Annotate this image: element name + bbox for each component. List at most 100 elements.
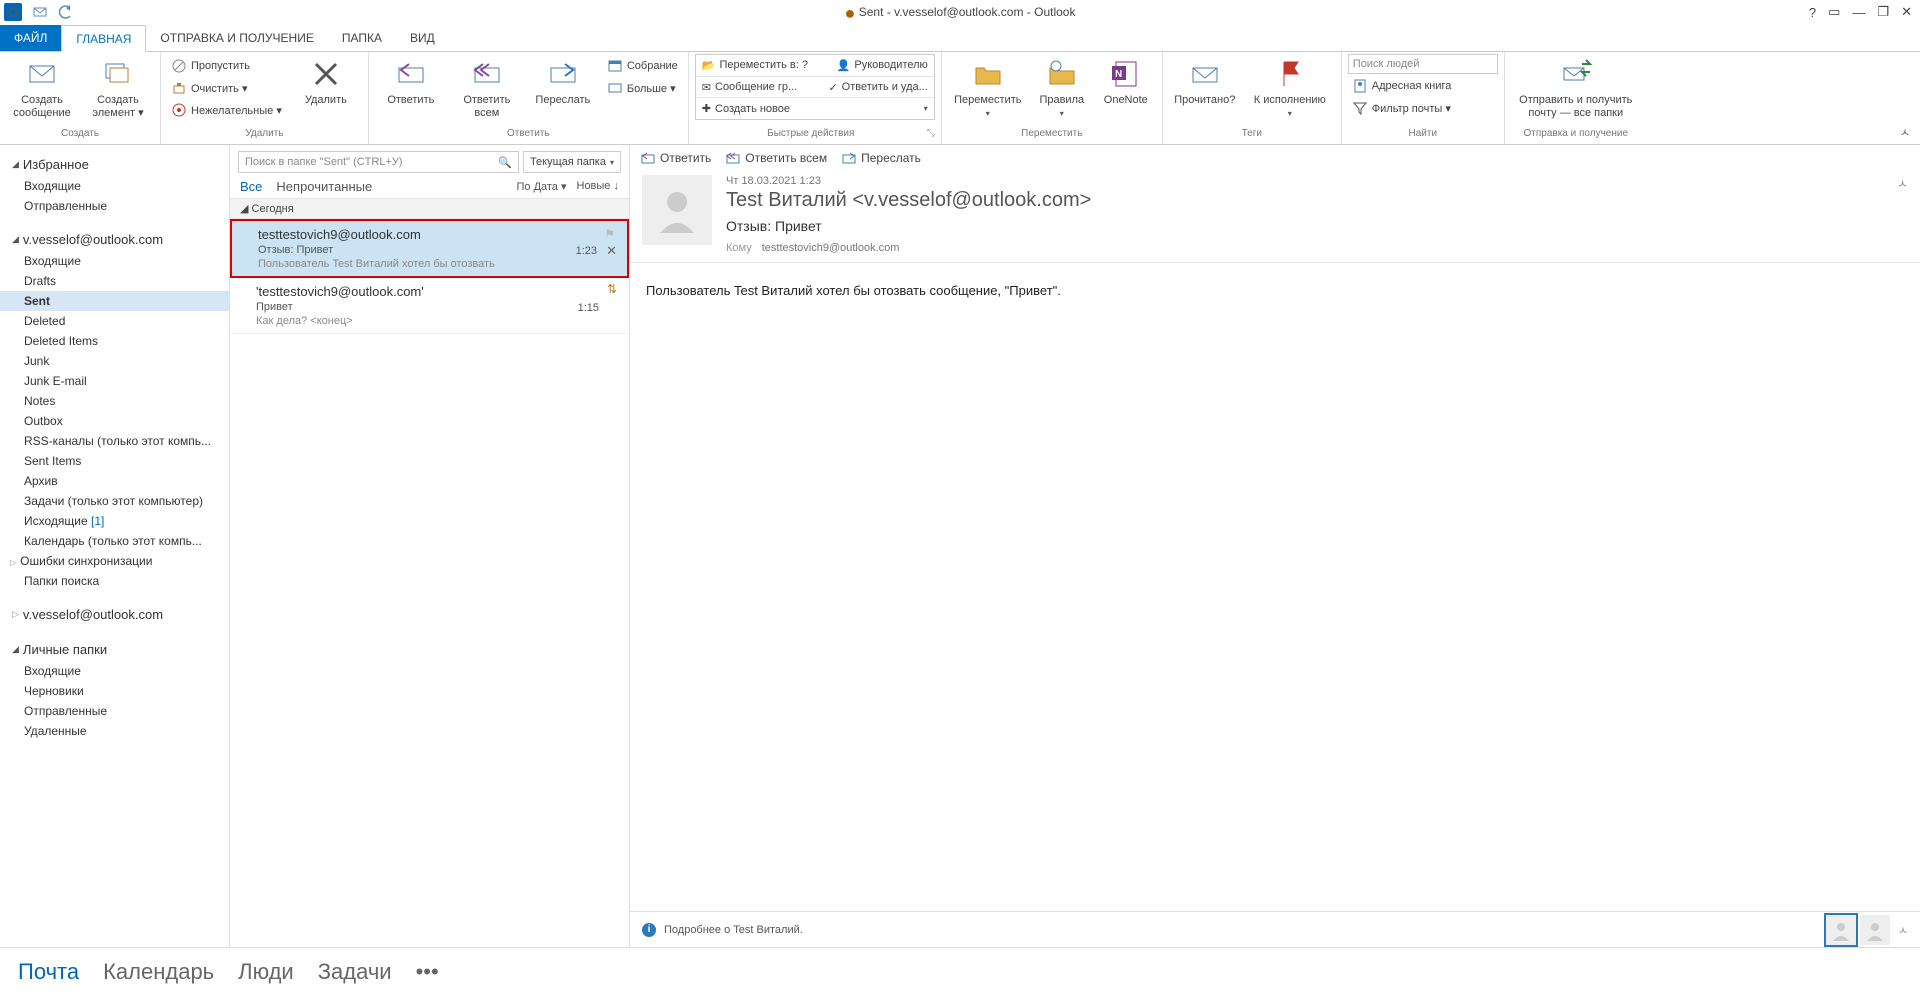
nav-drafts[interactable]: Drafts bbox=[0, 271, 229, 291]
junk-button[interactable]: Нежелательные ▾ bbox=[167, 100, 286, 120]
clean-up-button[interactable]: Очистить ▾ bbox=[167, 78, 286, 98]
delete-button[interactable]: Удалить bbox=[290, 54, 362, 107]
search-icon[interactable]: 🔍 bbox=[498, 156, 512, 169]
tab-file[interactable]: ФАЙЛ bbox=[0, 25, 61, 51]
nav-more[interactable]: ••• bbox=[416, 959, 439, 985]
nav-tasks[interactable]: Задачи bbox=[318, 959, 392, 985]
restore-icon[interactable]: ❐ bbox=[1877, 4, 1889, 20]
group-find-label: Найти bbox=[1348, 128, 1498, 144]
folder-search-input[interactable]: Поиск в папке "Sent" (CTRL+У) 🔍 bbox=[238, 151, 519, 173]
message-subject: Отзыв: Привет bbox=[726, 218, 1883, 234]
nav-tasks-local[interactable]: Задачи (только этот компьютер) bbox=[0, 491, 229, 511]
quick-steps-box[interactable]: 📂Переместить в: ?👤Руководителю ✉Сообщени… bbox=[695, 54, 935, 120]
nav-sync-errors[interactable]: ▷Ошибки синхронизации bbox=[0, 551, 229, 571]
reply-button[interactable]: Ответить bbox=[375, 54, 447, 107]
sort-order[interactable]: Новые ↓ bbox=[577, 180, 620, 193]
read-unread-button[interactable]: Прочитано? bbox=[1169, 54, 1241, 107]
msg-preview: Пользователь Test Виталий хотел бы отозв… bbox=[258, 258, 613, 270]
message-item-0[interactable]: testtestovich9@outlook.com Отзыв: Привет… bbox=[230, 219, 629, 278]
meeting-button[interactable]: Собрание bbox=[603, 56, 682, 76]
delete-msg-icon[interactable]: ✕ bbox=[606, 243, 617, 259]
send-receive-all-button[interactable]: Отправить и получить почту — все папки bbox=[1511, 54, 1641, 120]
nav-junk[interactable]: Junk bbox=[0, 351, 229, 371]
address-book-button[interactable]: Адресная книга bbox=[1348, 76, 1498, 96]
tab-home[interactable]: ГЛАВНАЯ bbox=[61, 25, 146, 52]
nav-fav-sent[interactable]: Отправленные bbox=[0, 196, 229, 216]
nav-junk-email[interactable]: Junk E-mail bbox=[0, 371, 229, 391]
qat-undo-icon[interactable] bbox=[58, 4, 74, 20]
title-bar: O ● Sent - v.vesselof@outlook.com - Outl… bbox=[0, 0, 1920, 25]
message-date: Чт 18.03.2021 1:23 bbox=[726, 175, 1883, 187]
move-button[interactable]: Переместить▾ bbox=[948, 54, 1028, 120]
nav-fav-inbox[interactable]: Входящие bbox=[0, 176, 229, 196]
tab-view[interactable]: ВИД bbox=[396, 25, 449, 51]
message-item-1[interactable]: 'testtestovich9@outlook.com' Привет Как … bbox=[230, 278, 629, 334]
nav-search-folders[interactable]: Папки поиска bbox=[0, 571, 229, 591]
msg-subject: Привет bbox=[256, 301, 615, 313]
filter-email-button[interactable]: Фильтр почты ▾ bbox=[1348, 98, 1498, 118]
more-reply-button[interactable]: Больше ▾ bbox=[603, 78, 682, 98]
minimize-icon[interactable]: — bbox=[1852, 5, 1865, 20]
tab-send-receive[interactable]: ОТПРАВКА И ПОЛУЧЕНИЕ bbox=[146, 25, 327, 51]
qat-send-receive-icon[interactable] bbox=[32, 4, 48, 20]
msg-time: 1:23 bbox=[576, 245, 597, 257]
nav-mail[interactable]: Почта bbox=[18, 959, 79, 985]
onenote-button[interactable]: NOneNote bbox=[1096, 54, 1156, 107]
nav-people[interactable]: Люди bbox=[238, 959, 294, 985]
contact-avatar-2[interactable] bbox=[1860, 915, 1890, 945]
group-reply-label: Ответить bbox=[375, 128, 682, 144]
nav-rss[interactable]: RSS-каналы (только этот компь... bbox=[0, 431, 229, 451]
tab-folder[interactable]: ПАПКА bbox=[328, 25, 396, 51]
nav-archive[interactable]: Архив bbox=[0, 471, 229, 491]
nav-calendar-local[interactable]: Календарь (только этот компь... bbox=[0, 531, 229, 551]
nav-p-drafts[interactable]: Черновики bbox=[0, 681, 229, 701]
close-icon[interactable]: ✕ bbox=[1901, 4, 1912, 20]
search-people-input[interactable]: Поиск людей bbox=[1348, 54, 1498, 74]
message-body: Пользователь Test Виталий хотел бы отозв… bbox=[630, 263, 1920, 911]
flag-icon[interactable]: ⚑ bbox=[604, 227, 615, 241]
list-group-today[interactable]: ◢ Сегодня bbox=[230, 198, 629, 219]
nav-p-deleted[interactable]: Удаленные bbox=[0, 721, 229, 741]
nav-account2-header[interactable]: ▷v.vesselof@outlook.com bbox=[0, 601, 229, 626]
nav-outbox[interactable]: Outbox bbox=[0, 411, 229, 431]
ignore-button[interactable]: Пропустить bbox=[167, 56, 286, 76]
help-icon[interactable]: ? bbox=[1809, 5, 1816, 20]
nav-sent[interactable]: Sent bbox=[0, 291, 229, 311]
new-items-button[interactable]: Создать элемент ▾ bbox=[82, 54, 154, 120]
filter-unread[interactable]: Непрочитанные bbox=[276, 179, 372, 194]
svg-text:N: N bbox=[1115, 69, 1122, 80]
nav-p-sent[interactable]: Отправленные bbox=[0, 701, 229, 721]
nav-notes[interactable]: Notes bbox=[0, 391, 229, 411]
folder-nav-pane: ◢Избранное Входящие Отправленные ◢v.vess… bbox=[0, 145, 230, 947]
message-list-pane: Поиск в папке "Sent" (CTRL+У) 🔍 Текущая … bbox=[230, 145, 630, 947]
new-mail-button[interactable]: Создать сообщение bbox=[6, 54, 78, 120]
contact-avatar-1[interactable] bbox=[1826, 915, 1856, 945]
rp-reply-button[interactable]: Ответить bbox=[640, 151, 711, 165]
expand-header-icon[interactable]: ㅅ bbox=[1897, 175, 1908, 254]
nav-deleted-items[interactable]: Deleted Items bbox=[0, 331, 229, 351]
search-scope-dropdown[interactable]: Текущая папка▾ bbox=[523, 151, 621, 173]
collapse-ribbon-icon[interactable]: ㅅ bbox=[1890, 120, 1920, 144]
ribbon-options-icon[interactable]: ▭ bbox=[1828, 4, 1840, 20]
rp-reply-all-button[interactable]: Ответить всем bbox=[725, 151, 827, 165]
nav-p-inbox[interactable]: Входящие bbox=[0, 661, 229, 681]
ribbon-tabs: ФАЙЛ ГЛАВНАЯ ОТПРАВКА И ПОЛУЧЕНИЕ ПАПКА … bbox=[0, 25, 1920, 52]
nav-sent-items[interactable]: Sent Items bbox=[0, 451, 229, 471]
sort-dropdown[interactable]: По Дата ▾ bbox=[516, 180, 566, 193]
rp-forward-button[interactable]: Переслать bbox=[841, 151, 921, 165]
nav-deleted[interactable]: Deleted bbox=[0, 311, 229, 331]
nav-calendar[interactable]: Календарь bbox=[103, 959, 214, 985]
filter-all[interactable]: Все bbox=[240, 179, 262, 194]
main-area: ◢Избранное Входящие Отправленные ◢v.vess… bbox=[0, 145, 1920, 947]
rules-button[interactable]: Правила▾ bbox=[1032, 54, 1092, 120]
nav-outgoing[interactable]: Исходящие [1] bbox=[0, 511, 229, 531]
reply-all-button[interactable]: Ответить всем bbox=[451, 54, 523, 120]
group-move-label: Переместить bbox=[948, 128, 1156, 144]
forward-button[interactable]: Переслать bbox=[527, 54, 599, 107]
nav-inbox[interactable]: Входящие bbox=[0, 251, 229, 271]
nav-personal-header[interactable]: ◢Личные папки bbox=[0, 636, 229, 661]
nav-account1-header[interactable]: ◢v.vesselof@outlook.com bbox=[0, 226, 229, 251]
expand-people-icon[interactable]: ㅅ bbox=[1894, 922, 1908, 938]
follow-up-button[interactable]: К исполнению▾ bbox=[1245, 54, 1335, 120]
nav-favorites-header[interactable]: ◢Избранное bbox=[0, 151, 229, 176]
